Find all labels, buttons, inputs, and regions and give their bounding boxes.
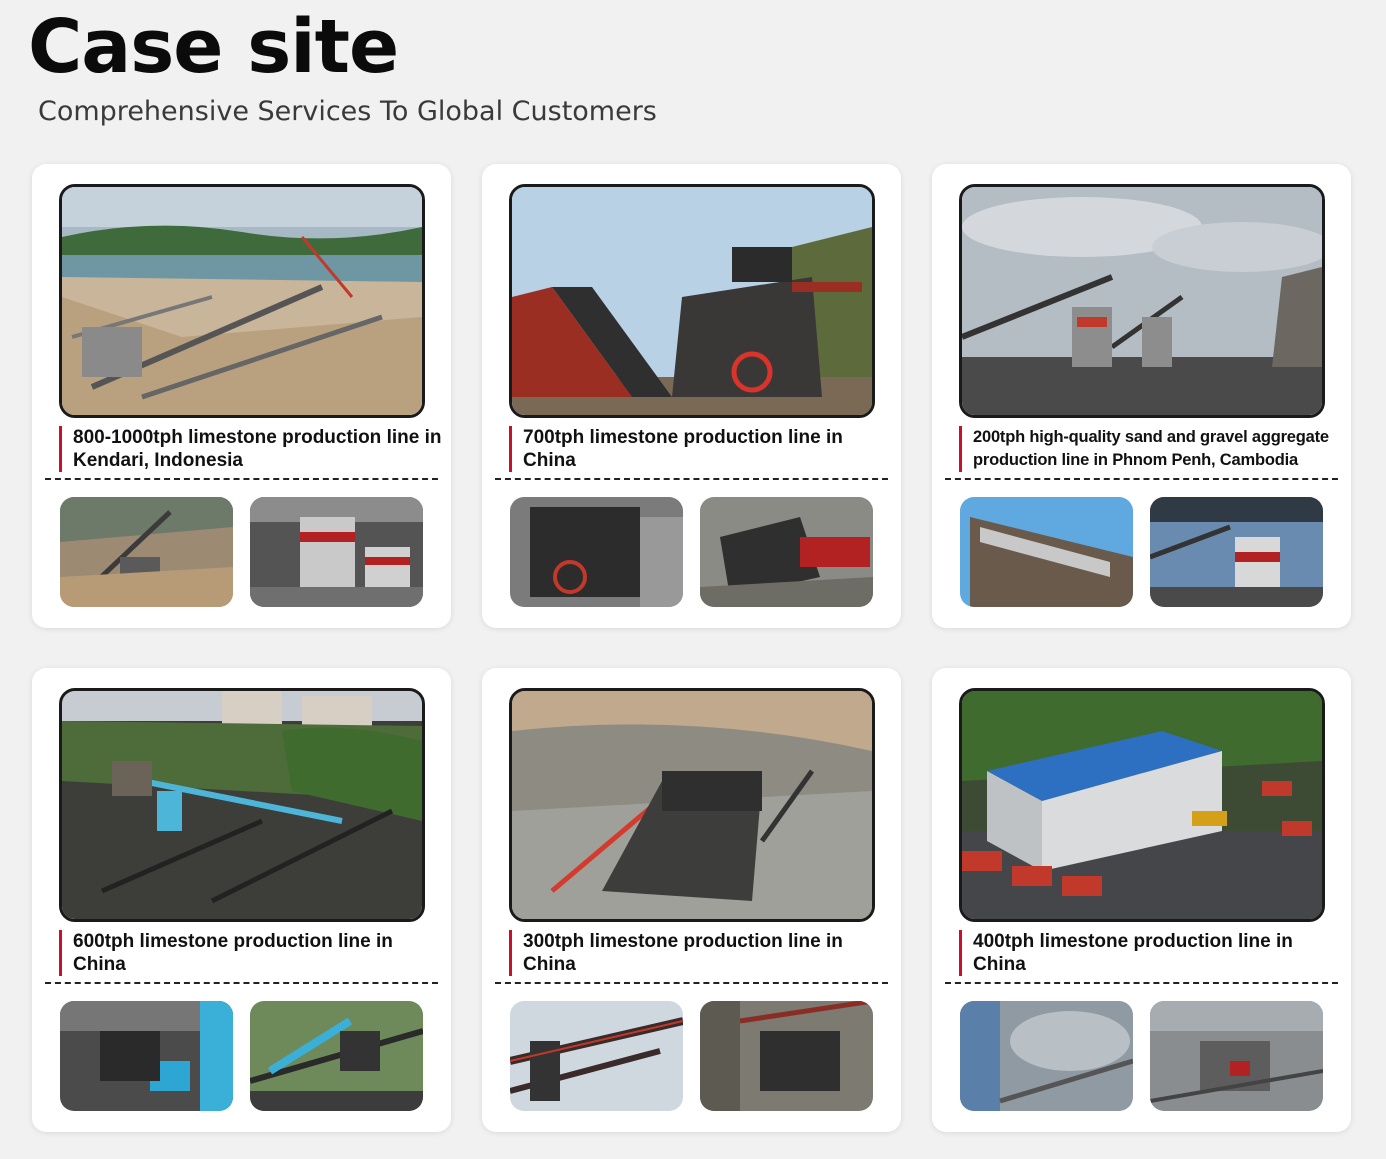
- case-thumbnail[interactable]: [60, 497, 233, 607]
- case-thumbnail[interactable]: [250, 497, 423, 607]
- case-thumbnail[interactable]: [60, 1001, 233, 1111]
- case-thumbnail[interactable]: [510, 1001, 683, 1111]
- case-card-400tph[interactable]: 400tph limestone production line in Chin…: [932, 668, 1351, 1132]
- case-thumbnail[interactable]: [1150, 1001, 1323, 1111]
- case-caption: 300tph limestone production line in Chin…: [509, 930, 893, 976]
- case-caption: 600tph limestone production line in Chin…: [59, 930, 443, 976]
- case-thumbnail[interactable]: [1150, 497, 1323, 607]
- page-title: Case site: [28, 4, 399, 90]
- case-card-300tph[interactable]: 300tph limestone production line in Chin…: [482, 668, 901, 1132]
- case-card-600tph[interactable]: 600tph limestone production line in Chin…: [32, 668, 451, 1132]
- case-grid: 800-1000tph limestone production line in…: [32, 164, 1351, 1132]
- case-thumbnail[interactable]: [510, 497, 683, 607]
- case-thumbnail[interactable]: [700, 1001, 873, 1111]
- page-subtitle: Comprehensive Services To Global Custome…: [38, 96, 657, 127]
- case-main-photo[interactable]: [509, 688, 875, 922]
- dashed-divider: [945, 478, 1338, 480]
- case-thumbnail[interactable]: [700, 497, 873, 607]
- case-card-700tph[interactable]: 700tph limestone production line in Chin…: [482, 164, 901, 628]
- case-caption: 200tph high-quality sand and gravel aggr…: [959, 426, 1343, 472]
- dashed-divider: [495, 478, 888, 480]
- case-main-photo[interactable]: [59, 184, 425, 418]
- dashed-divider: [495, 982, 888, 984]
- case-thumbnail[interactable]: [250, 1001, 423, 1111]
- case-main-photo[interactable]: [959, 184, 1325, 418]
- case-card-kendari[interactable]: 800-1000tph limestone production line in…: [32, 164, 451, 628]
- case-card-phnom-penh[interactable]: 200tph high-quality sand and gravel aggr…: [932, 164, 1351, 628]
- case-caption: 400tph limestone production line in Chin…: [959, 930, 1343, 976]
- case-thumbnail[interactable]: [960, 497, 1133, 607]
- case-main-photo[interactable]: [59, 688, 425, 922]
- case-thumbnail[interactable]: [960, 1001, 1133, 1111]
- case-main-photo[interactable]: [509, 184, 875, 418]
- case-main-photo[interactable]: [959, 688, 1325, 922]
- dashed-divider: [45, 478, 438, 480]
- dashed-divider: [945, 982, 1338, 984]
- dashed-divider: [45, 982, 438, 984]
- case-caption: 700tph limestone production line in Chin…: [509, 426, 893, 472]
- case-caption: 800-1000tph limestone production line in…: [59, 426, 443, 472]
